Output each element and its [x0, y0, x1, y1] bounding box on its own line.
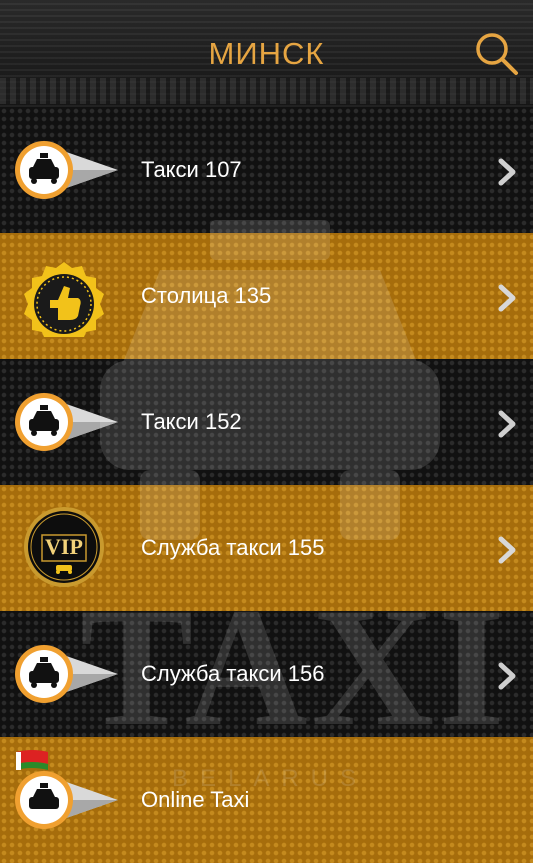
belarus-flag-icon: [16, 750, 48, 770]
chevron-right-icon: [498, 284, 516, 312]
list-item-label: Такси 107: [141, 157, 242, 182]
chevron-right-icon: [498, 158, 516, 186]
search-icon[interactable]: [472, 30, 520, 78]
taxi-service-list: Такси 107 Столица 135 Такси 152 VIP Служ…: [0, 107, 533, 863]
page-title: МИНСК: [208, 36, 325, 71]
list-item-label: Служба такси 155: [141, 535, 325, 560]
thumbs-up-badge-icon: [24, 262, 104, 337]
list-item-label: Online Taxi: [141, 787, 250, 812]
chevron-right-icon: [498, 536, 516, 564]
list-item-label: Столица 135: [141, 283, 272, 308]
chevron-right-icon: [498, 662, 516, 690]
taxi-pin-icon: [15, 771, 118, 829]
list-item[interactable]: Служба такси 156: [0, 611, 533, 737]
list-item[interactable]: Такси 152: [0, 359, 533, 485]
chevron-right-icon: [498, 410, 516, 438]
list-item-label: Такси 152: [141, 409, 242, 434]
list-item[interactable]: VIP Служба такси 155: [0, 485, 533, 611]
vip-badge-icon: VIP: [24, 507, 104, 587]
taxi-pin-icon: [15, 393, 118, 451]
taxi-pin-icon: [15, 141, 118, 199]
taxi-pin-icon: [15, 645, 118, 703]
list-item[interactable]: Столица 135: [0, 233, 533, 359]
svg-text:VIP: VIP: [45, 534, 83, 559]
list-item[interactable]: Такси 107: [0, 107, 533, 233]
list-item[interactable]: Online Taxi: [0, 737, 533, 863]
list-item-label: Служба такси 156: [141, 661, 325, 686]
app-header: МИНСК: [0, 0, 533, 110]
